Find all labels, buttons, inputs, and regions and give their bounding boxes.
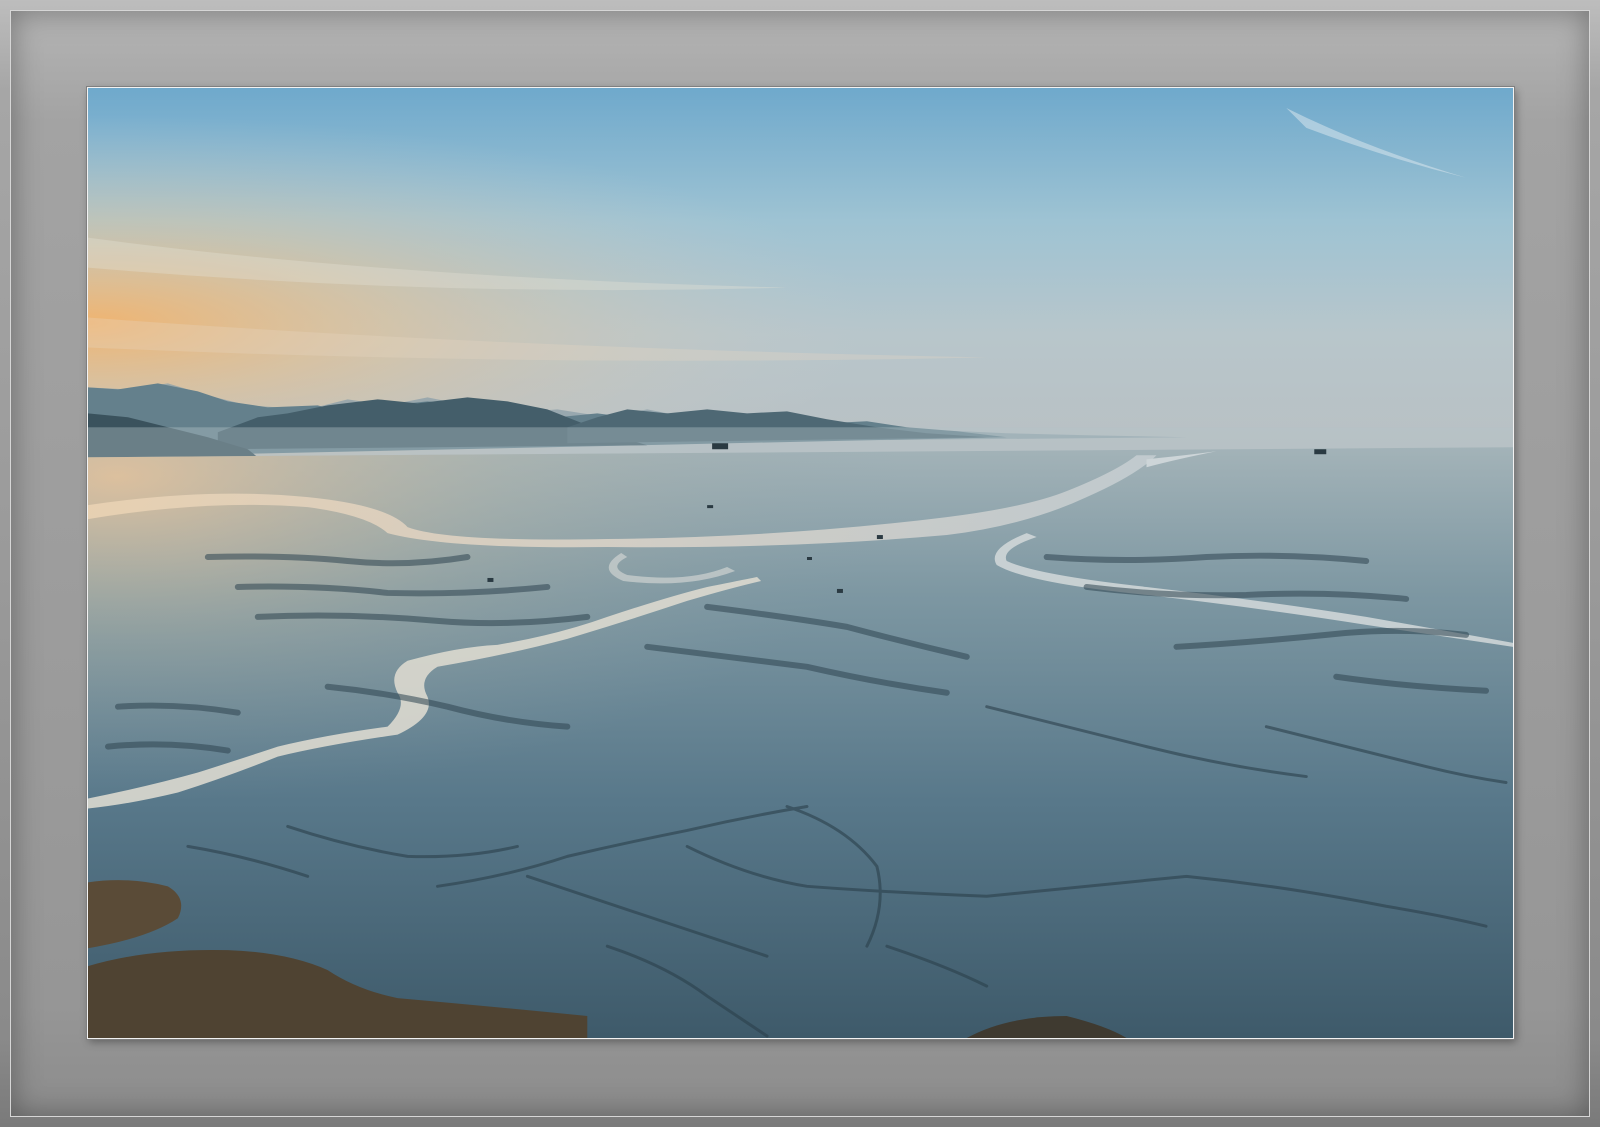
picture-frame — [0, 0, 1600, 1127]
tidal-flat-scene — [88, 88, 1513, 1038]
landscape-photo — [87, 87, 1514, 1039]
